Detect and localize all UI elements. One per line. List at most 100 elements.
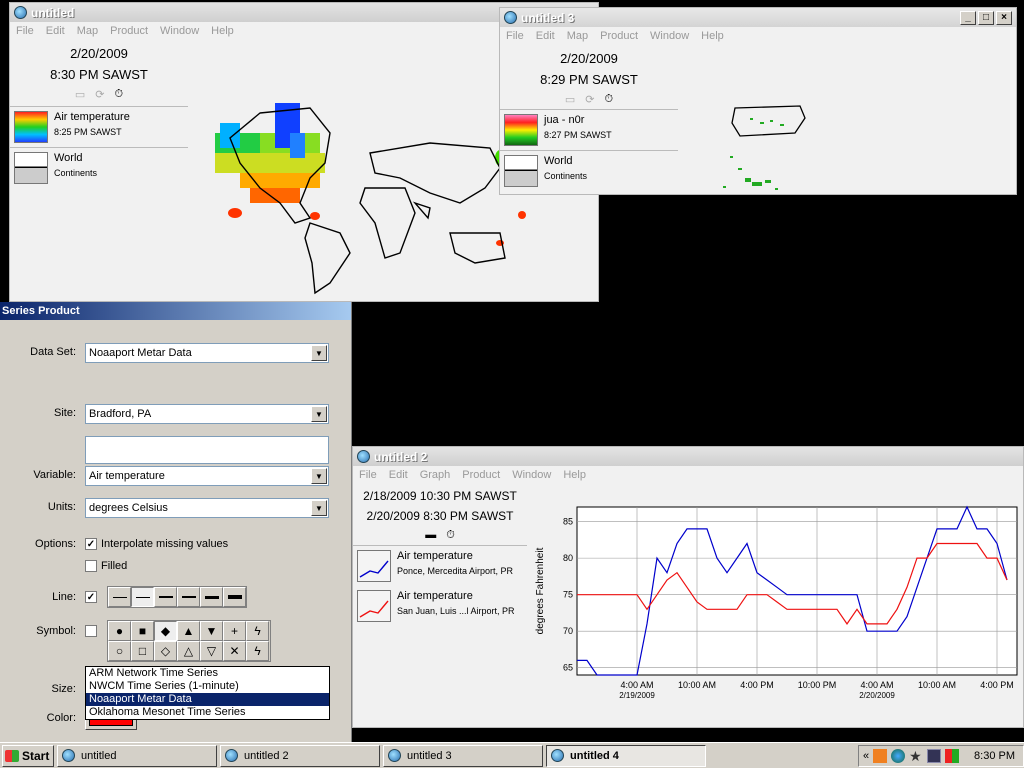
symbol-checkbox[interactable]: [85, 625, 97, 637]
chevron-down-icon[interactable]: ▼: [311, 345, 327, 361]
site-list[interactable]: [85, 436, 329, 464]
color-scale-icon: [14, 111, 48, 143]
tray-expand-chevron[interactable]: «: [863, 750, 869, 762]
diamond-icon[interactable]: ◇: [154, 641, 177, 661]
timer-icon[interactable]: ⏱: [115, 88, 124, 101]
titlebar[interactable]: untitled 3 _ □ ×: [500, 8, 1016, 27]
legend-item-san-juan[interactable]: Air temperature San Juan, Luis ...l Airpo…: [353, 586, 527, 626]
task-untitled-4[interactable]: untitled 4: [546, 744, 706, 767]
line-width-3-button[interactable]: [154, 587, 177, 607]
dropdown-option[interactable]: NWCM Time Series (1-minute): [86, 680, 329, 693]
menu-window[interactable]: Window: [650, 30, 689, 42]
camera-icon[interactable]: ▭: [565, 93, 575, 106]
legend-sub: 8:25 PM SAWST: [54, 127, 122, 137]
dataset-dropdown-list[interactable]: ARM Network Time Series NWCM Time Series…: [85, 666, 330, 720]
map-date: 2/20/2009: [70, 46, 128, 61]
dropdown-option[interactable]: ARM Network Time Series: [86, 667, 329, 680]
windows-flag-icon[interactable]: [945, 748, 960, 763]
dropdown-option-selected[interactable]: Noaaport Metar Data: [86, 693, 329, 706]
task-untitled[interactable]: untitled: [57, 744, 217, 767]
filled-triangle-down-icon[interactable]: ▼: [200, 621, 223, 641]
titlebar[interactable]: untitled 2: [353, 447, 1023, 466]
menu-help[interactable]: Help: [701, 30, 724, 42]
maximize-button[interactable]: □: [978, 10, 994, 25]
y-tick-label: 75: [563, 590, 573, 600]
menu-file[interactable]: File: [506, 30, 524, 42]
radar-map[interactable]: [690, 98, 1010, 193]
map-window-untitled-3[interactable]: untitled 3 _ □ × File Edit Map Product W…: [499, 7, 1017, 195]
series-product-dialog[interactable]: Series Product Data Set: Noaaport Metar …: [0, 302, 352, 742]
dialog-title: Series Product: [0, 302, 351, 320]
display-icon[interactable]: [927, 748, 942, 763]
menu-help[interactable]: Help: [563, 469, 586, 481]
minimize-button[interactable]: _: [960, 10, 976, 25]
x-icon[interactable]: ✕: [223, 641, 246, 661]
time-series-chart[interactable]: 4:00 AM2/19/200910:00 AM 4:00 PM 10:00 PM 4…: [529, 491, 1024, 711]
plus-icon[interactable]: +: [223, 621, 246, 641]
network-globe-icon[interactable]: [891, 748, 906, 763]
legend-item-ponce[interactable]: Air temperature Ponce, Mercedita Airport,…: [353, 545, 527, 586]
legend-item-air-temperature[interactable]: Air temperature 8:25 PM SAWST: [10, 106, 188, 147]
task-untitled-3[interactable]: untitled 3: [383, 744, 543, 767]
start-button[interactable]: Start: [2, 744, 54, 767]
filled-checkbox[interactable]: [85, 560, 97, 572]
lightning-outline-icon[interactable]: ϟ: [246, 641, 269, 661]
interpolate-checkbox[interactable]: ✓: [85, 538, 97, 550]
filled-circle-icon[interactable]: ●: [108, 621, 131, 641]
task-untitled-2[interactable]: untitled 2: [220, 744, 380, 767]
menu-edit[interactable]: Edit: [536, 30, 555, 42]
triangle-down-icon[interactable]: ▽: [200, 641, 223, 661]
java-icon[interactable]: [873, 748, 888, 763]
menu-file[interactable]: File: [359, 469, 377, 481]
line-width-4-button[interactable]: [177, 587, 200, 607]
legend-sub: San Juan, Luis ...l Airport, PR: [397, 606, 515, 616]
camera-icon[interactable]: ▬: [425, 529, 436, 541]
line-width-6-button[interactable]: [223, 587, 246, 607]
menu-edit[interactable]: Edit: [46, 25, 65, 37]
filled-triangle-up-icon[interactable]: ▲: [177, 621, 200, 641]
chevron-down-icon[interactable]: ▼: [311, 406, 327, 422]
dropdown-option[interactable]: Oklahoma Mesonet Time Series: [86, 706, 329, 719]
line-width-1-button[interactable]: [108, 587, 131, 607]
square-icon[interactable]: □: [131, 641, 154, 661]
timer-icon[interactable]: ⏱: [605, 93, 614, 106]
menu-map[interactable]: Map: [567, 30, 588, 42]
filled-diamond-icon[interactable]: ◆: [154, 621, 177, 641]
star-icon[interactable]: ★: [909, 749, 923, 763]
circle-icon[interactable]: ○: [108, 641, 131, 661]
menu-map[interactable]: Map: [77, 25, 98, 37]
close-button[interactable]: ×: [996, 10, 1012, 25]
menu-edit[interactable]: Edit: [389, 469, 408, 481]
menu-product[interactable]: Product: [600, 30, 638, 42]
symbol-group: ● ■ ◆ ▲ ▼ + ϟ ○ □ ◇ △ ▽ ✕ ϟ: [107, 620, 271, 662]
legend-item-world[interactable]: World Continents: [10, 147, 188, 188]
line-width-2-button[interactable]: [131, 587, 154, 607]
chevron-down-icon[interactable]: ▼: [311, 500, 327, 516]
chevron-down-icon[interactable]: ▼: [311, 468, 327, 484]
camera-icon[interactable]: ▭: [75, 88, 85, 101]
menu-graph[interactable]: Graph: [420, 469, 451, 481]
line-checkbox[interactable]: ✓: [85, 591, 97, 603]
task-label: untitled 3: [407, 749, 452, 762]
x-tick-label: 10:00 AM: [678, 680, 716, 690]
variable-select[interactable]: Air temperature ▼: [85, 466, 329, 486]
menu-help[interactable]: Help: [211, 25, 234, 37]
site-select[interactable]: Bradford, PA ▼: [85, 404, 329, 424]
refresh-icon[interactable]: ⟳: [95, 88, 104, 101]
menu-window[interactable]: Window: [160, 25, 199, 37]
menu-product[interactable]: Product: [462, 469, 500, 481]
units-select[interactable]: degrees Celsius ▼: [85, 498, 329, 518]
menu-window[interactable]: Window: [512, 469, 551, 481]
refresh-icon[interactable]: ⟳: [585, 93, 594, 106]
graph-window-untitled-2[interactable]: untitled 2 File Edit Graph Product Windo…: [352, 446, 1024, 728]
line-width-5-button[interactable]: [200, 587, 223, 607]
dataset-select[interactable]: Noaaport Metar Data ▼: [85, 343, 329, 363]
filled-square-icon[interactable]: ■: [131, 621, 154, 641]
triangle-up-icon[interactable]: △: [177, 641, 200, 661]
legend-item-world[interactable]: World Continents: [500, 150, 678, 191]
legend-item-jua-n0r[interactable]: jua - n0r 8:27 PM SAWST: [500, 109, 678, 150]
lightning-icon[interactable]: ϟ: [246, 621, 269, 641]
timer-icon[interactable]: ⏱: [446, 529, 455, 542]
menu-product[interactable]: Product: [110, 25, 148, 37]
menu-file[interactable]: File: [16, 25, 34, 37]
